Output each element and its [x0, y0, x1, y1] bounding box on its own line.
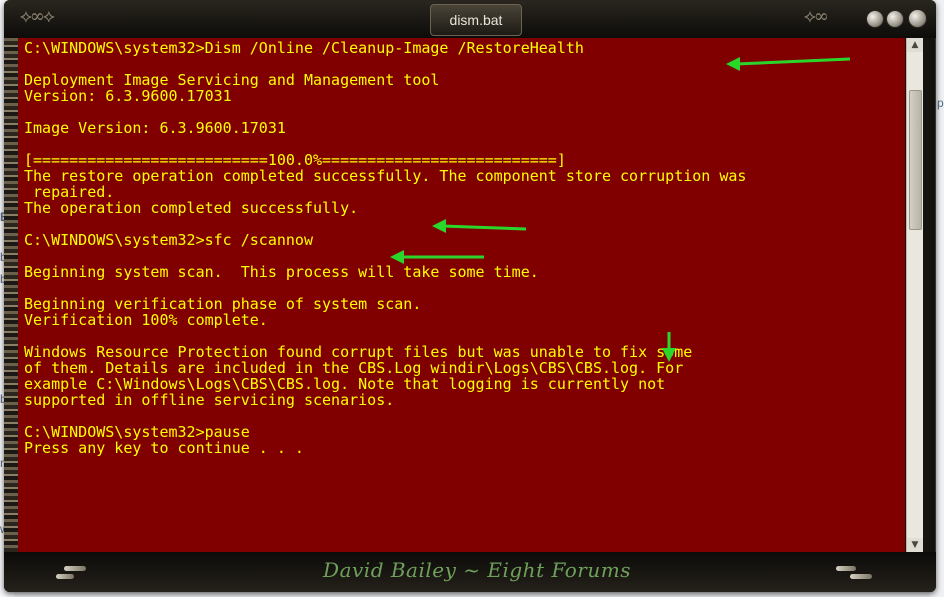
console-line: The operation completed successfully. — [24, 199, 359, 217]
ornament-icon: ⟡∞ — [804, 6, 829, 27]
console-line: Verification 100% complete. — [24, 311, 268, 329]
console-window: ⟡∞⟡ dism.bat ⟡∞ C:\WINDOWS\system32>Dism… — [4, 0, 936, 592]
annotation-arrow-icon — [390, 250, 484, 264]
console-line: [==========================100.0%=======… — [24, 151, 566, 169]
annotation-arrow-icon — [726, 57, 851, 71]
maximize-button[interactable] — [886, 10, 904, 28]
console-text: C:\WINDOWS\system32>Dism /Online /Cleanu… — [24, 40, 746, 456]
console-line: C:\WINDOWS\system32>Dism /Online /Cleanu… — [24, 39, 584, 57]
status-bar: David Bailey ~ Eight Forums — [4, 552, 936, 592]
console-line: The restore operation completed successf… — [24, 167, 747, 185]
scroll-down-icon[interactable]: ▼ — [907, 538, 923, 552]
bolt-ornament-icon — [850, 574, 872, 579]
console-line: of them. Details are included in the CBS… — [24, 359, 684, 377]
title-bar[interactable]: ⟡∞⟡ dism.bat ⟡∞ — [4, 0, 936, 38]
console-line: example C:\Windows\Logs\CBS\CBS.log. Not… — [24, 375, 666, 393]
console-line: Windows Resource Protection found corrup… — [24, 343, 693, 361]
console-line: Press any key to continue . . . — [24, 439, 304, 457]
vertical-scrollbar[interactable]: ▲ ▼ — [906, 38, 923, 552]
console-line: Version: 6.3.9600.17031 — [24, 87, 232, 105]
minimize-button[interactable] — [866, 10, 884, 28]
console-line: Deployment Image Servicing and Managemen… — [24, 71, 440, 89]
window-border-left — [4, 38, 18, 556]
ornament-icon: ⟡∞⟡ — [20, 6, 55, 27]
bolt-ornament-icon — [836, 566, 856, 571]
scroll-up-icon[interactable]: ▲ — [907, 38, 923, 52]
close-button[interactable] — [908, 9, 927, 28]
author-signature: David Bailey ~ Eight Forums — [323, 558, 631, 582]
console-line: repaired. — [24, 183, 115, 201]
background-text-fragment: p — [937, 96, 944, 110]
console-line: C:\WINDOWS\system32>sfc /scannow — [24, 231, 313, 249]
annotation-arrow-icon — [662, 332, 676, 362]
bolt-ornament-icon — [56, 574, 74, 579]
console-line: C:\WINDOWS\system32>pause — [24, 423, 250, 441]
annotation-arrow-icon — [432, 219, 527, 233]
scrollbar-thumb[interactable] — [909, 90, 922, 230]
console-line: supported in offline servicing scenarios… — [24, 391, 395, 409]
console-output[interactable]: C:\WINDOWS\system32>Dism /Online /Cleanu… — [18, 38, 905, 552]
bolt-ornament-icon — [64, 566, 86, 571]
window-title: dism.bat — [430, 4, 522, 36]
console-line: Beginning verification phase of system s… — [24, 295, 422, 313]
console-line: Image Version: 6.3.9600.17031 — [24, 119, 286, 137]
console-line: Beginning system scan. This process will… — [24, 263, 539, 281]
